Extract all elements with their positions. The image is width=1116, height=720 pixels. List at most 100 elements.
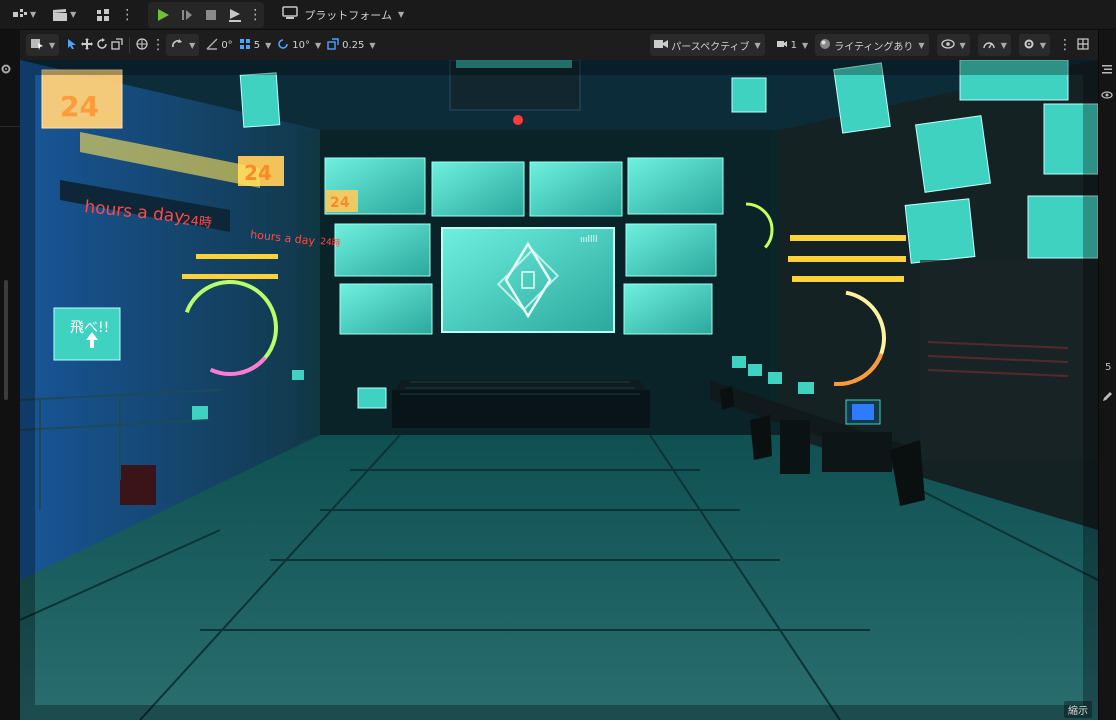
viewport-corner-label: 縮示: [1064, 701, 1092, 718]
play-options-icon[interactable]: ⋮: [248, 8, 262, 22]
chevron-down-icon: ▼: [959, 40, 966, 50]
pencil-icon[interactable]: [1101, 388, 1115, 402]
globe-icon: [136, 37, 148, 53]
rotate-icon[interactable]: [96, 37, 108, 53]
gauge-icon: [982, 38, 996, 53]
hours-sign-left-24: 24時: [182, 213, 213, 231]
camera-icon: [654, 39, 669, 52]
blueprint-icon: [95, 8, 111, 22]
camera-speed-dropdown[interactable]: 1 ▼: [773, 34, 812, 56]
surface-snap-dropdown[interactable]: ▼: [166, 34, 200, 56]
unreal-editor: ▼ ▼ ⋮ ⋮ プラットフォーム ▼ 5 ▼ ⋮ ▼ 0° 5 ▼ 10° ▼ …: [0, 0, 1116, 720]
viewport-settings-dropdown[interactable]: ▼: [1018, 34, 1050, 56]
hours-sign-mid-24: 24時: [320, 236, 341, 249]
right-panel-strip: 5: [1098, 30, 1116, 720]
lighting-mode-label: ライティングあり: [834, 41, 914, 53]
scene-render: ıııllll 24 24 24 hours a day 24時 hours a…: [20, 60, 1098, 720]
stop-icon: [204, 8, 218, 22]
rotation-snap-icon: [277, 38, 289, 53]
eye-icon[interactable]: [1101, 86, 1115, 100]
select-mode-dropdown[interactable]: ▼: [26, 34, 60, 56]
camera-speed-icon: [776, 38, 788, 53]
advance-frame-button[interactable]: [176, 3, 198, 27]
svg-text:ıııllll: ıııllll: [580, 235, 598, 245]
main-toolbar: ▼ ▼ ⋮ ⋮ プラットフォーム ▼: [0, 0, 1116, 30]
angle-snap-value: 0°: [221, 39, 233, 51]
stop-button[interactable]: [200, 3, 222, 27]
cinematics-button[interactable]: ▼: [52, 3, 76, 27]
view-mode-dropdown[interactable]: パースペクティブ ▼: [650, 34, 765, 56]
monitor-wall: ıııllll: [324, 157, 724, 335]
play-button[interactable]: [152, 3, 174, 27]
chevron-down-icon: ▼: [70, 10, 77, 19]
blueprints-button[interactable]: [92, 3, 114, 27]
list-icon[interactable]: [1101, 60, 1115, 74]
performance-dropdown[interactable]: ▼: [977, 34, 1011, 56]
scale-snap-icon: [327, 37, 339, 53]
neon-24-sign-large: 24: [60, 90, 99, 123]
eject-button[interactable]: [224, 3, 246, 27]
grid-snap-value: 5: [253, 39, 261, 51]
scale-snap-value: 0.25: [342, 39, 365, 51]
chevron-down-icon: ▼: [802, 40, 809, 50]
level-viewport[interactable]: ıııllll 24 24 24 hours a day 24時 hours a…: [20, 60, 1098, 720]
scale-icon[interactable]: [111, 37, 123, 53]
play-controls: ⋮: [148, 1, 265, 28]
transform-tools: [63, 34, 126, 56]
chevron-down-icon: ▼: [918, 40, 925, 50]
viewport-layout-button[interactable]: [1074, 34, 1092, 56]
stage-front: [392, 390, 650, 428]
mode-select-button[interactable]: ▼: [12, 3, 36, 27]
chevron-down-icon: ▼: [1039, 40, 1046, 50]
platforms-dropdown[interactable]: プラットフォーム ▼: [282, 6, 404, 23]
chevron-down-icon: ▼: [30, 10, 37, 19]
lighting-mode-dropdown[interactable]: ライティングあり ▼: [815, 34, 929, 56]
more-options-icon[interactable]: ⋮: [151, 38, 165, 52]
angle-snap-icon: [206, 37, 218, 53]
platform-icon: [282, 6, 300, 23]
scale-snap-toggle[interactable]: 0.25 ▼: [324, 34, 378, 56]
gear-icon: [1023, 38, 1035, 53]
neon-24-sign-mid: 24: [244, 161, 272, 185]
jump-sign-text: 飛べ!!: [70, 320, 109, 336]
select-arrow-icon[interactable]: [66, 38, 78, 53]
chevron-down-icon: ▼: [189, 40, 196, 50]
camera-speed-value: 1: [790, 39, 798, 51]
eye-icon: [940, 38, 955, 52]
more-options-icon[interactable]: ⋮: [120, 8, 134, 22]
selection-mode-icon: [30, 38, 44, 53]
move-icon[interactable]: [81, 37, 94, 53]
layout-grid-icon: [1077, 37, 1089, 53]
chevron-down-icon: ▼: [314, 40, 322, 50]
surface-snap-icon: [170, 38, 184, 53]
scrollbar[interactable]: [4, 280, 8, 400]
neon-24-sign-small: 24: [330, 195, 350, 211]
panel-number: 5: [1105, 362, 1112, 373]
grid-snap-toggle[interactable]: 5 ▼: [236, 34, 275, 56]
left-panel-strip: [0, 30, 20, 720]
chevron-down-icon: ▼: [1000, 40, 1007, 50]
step-forward-icon: [180, 8, 194, 22]
gear-icon[interactable]: [0, 60, 14, 74]
grid-snap-icon: [239, 38, 251, 53]
viewport-toolbar-right: パースペクティブ ▼ 1 ▼ ライティングあり ▼ ▼ ▼ ▼ ⋮: [650, 34, 1092, 56]
clapperboard-icon: [52, 8, 68, 22]
divider: [129, 37, 131, 53]
more-options-icon[interactable]: ⋮: [1058, 38, 1072, 52]
lit-sphere-icon: [819, 38, 831, 53]
chevron-down-icon: ▼: [397, 10, 405, 19]
angle-snap-toggle[interactable]: 0°: [203, 34, 235, 56]
rotation-snap-toggle[interactable]: 10° ▼: [274, 34, 324, 56]
eject-icon: [227, 8, 243, 22]
chevron-down-icon: ▼: [754, 40, 761, 50]
chevron-down-icon: ▼: [49, 40, 56, 50]
warning-lamp: [513, 115, 523, 125]
coordinate-space-button[interactable]: ⋮: [133, 34, 166, 56]
modes-icon: [12, 8, 28, 22]
viewport-toolbar: ▼ ⋮ ▼ 0° 5 ▼ 10° ▼ 0.25 ▼ パースペクティブ ▼ 1 ▼…: [20, 30, 1098, 60]
show-flags-dropdown[interactable]: ▼: [936, 34, 970, 56]
chevron-down-icon: ▼: [265, 40, 272, 50]
divider: [0, 126, 20, 127]
view-mode-label: パースペクティブ: [671, 41, 750, 53]
platform-label: プラットフォーム: [304, 8, 392, 22]
